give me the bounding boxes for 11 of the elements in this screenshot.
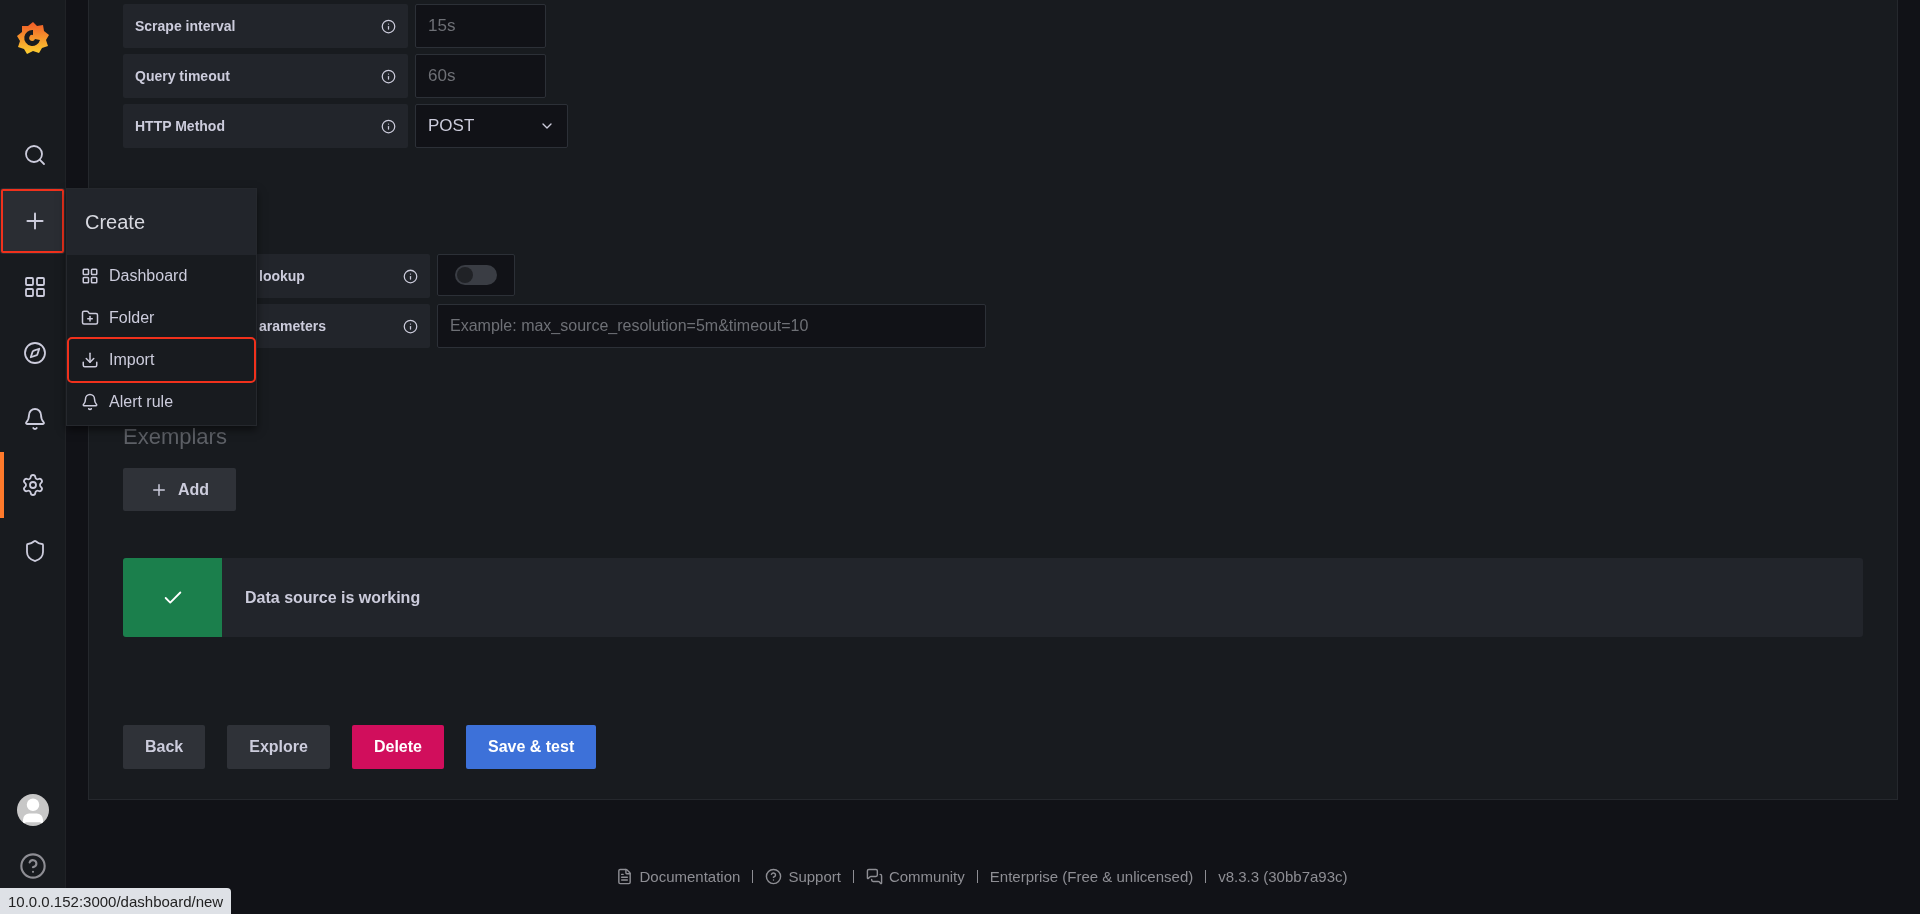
label-text: lookup <box>259 268 305 284</box>
section-heading: Exemplars <box>123 424 228 450</box>
label-text: Scrape interval <box>135 18 236 34</box>
label-text: HTTP Method <box>135 118 225 134</box>
menu-title: Create <box>67 189 256 255</box>
alert-message: Data source is working <box>244 588 421 607</box>
label-text: Query timeout <box>135 68 230 84</box>
footer-text: v8.3.3 (30bb7a93c) <box>1218 868 1348 885</box>
status-url: 10.0.0.152:3000/dashboard/new <box>0 888 232 914</box>
footer-text: Enterprise (Free & unlicensed) <box>989 868 1194 885</box>
label-text: arameters <box>259 318 326 334</box>
